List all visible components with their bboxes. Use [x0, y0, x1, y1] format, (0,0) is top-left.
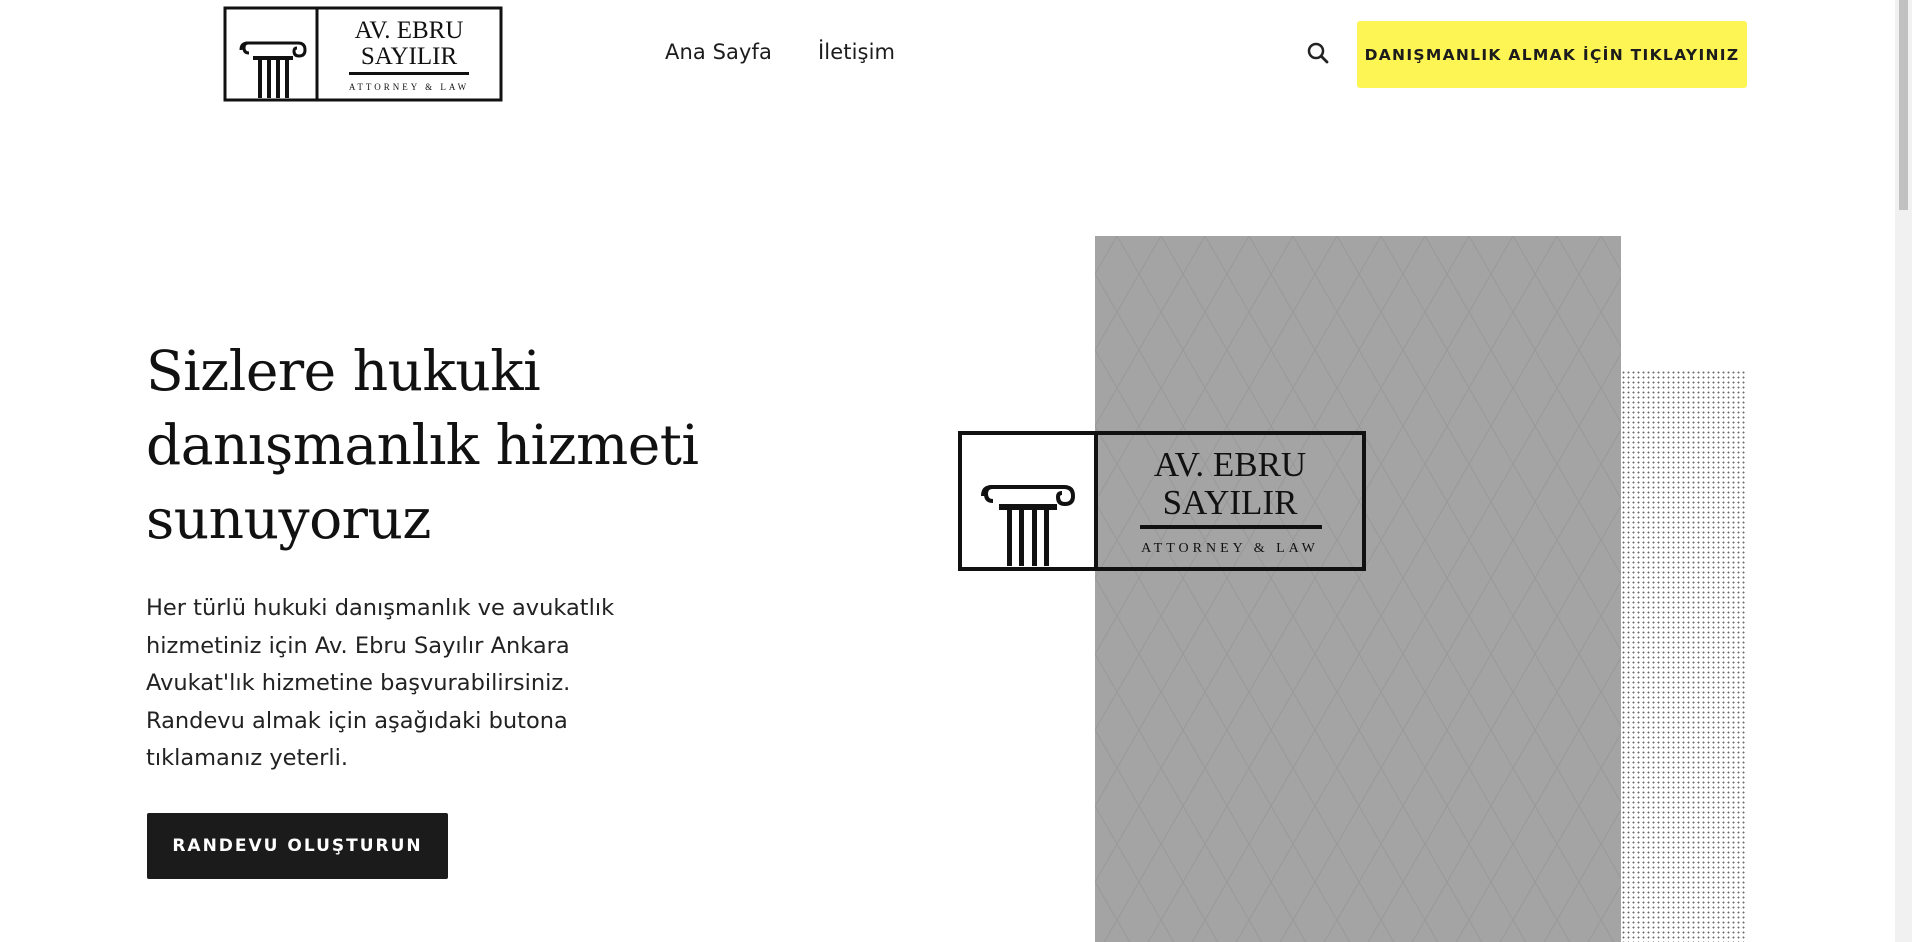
nav-item-iletisim[interactable]: İletişim: [818, 40, 895, 64]
svg-text:SAYILIR: SAYILIR: [361, 43, 458, 70]
svg-text:AV. EBRU: AV. EBRU: [355, 17, 464, 44]
svg-text:SAYILIR: SAYILIR: [1163, 483, 1298, 522]
hero-description: Her türlü hukuki danışmanlık ve avukatlı…: [146, 595, 615, 771]
search-icon[interactable]: [1306, 41, 1330, 65]
appointment-button[interactable]: RANDEVU OLUŞTURUN: [147, 813, 448, 879]
nav-item-ana-sayfa[interactable]: Ana Sayfa: [665, 40, 772, 64]
page-scrollbar[interactable]: [1895, 0, 1912, 942]
site-header: AV. EBRU SAYILIR ATTORNEY & LAW Ana Sayf…: [0, 0, 1895, 110]
diamond-pattern: [1095, 236, 1621, 942]
site-logo[interactable]: AV. EBRU SAYILIR ATTORNEY & LAW: [223, 6, 503, 102]
column-logo-icon: AV. EBRU SAYILIR ATTORNEY & LAW: [223, 6, 503, 102]
svg-text:ATTORNEY & LAW: ATTORNEY & LAW: [1141, 541, 1319, 556]
svg-text:AV. EBRU: AV. EBRU: [1154, 445, 1306, 484]
hero-background-panel: [1095, 236, 1621, 942]
hero-title: Sizlere hukuki danışmanlık hizmeti sunuy…: [146, 339, 699, 551]
main-nav: Ana Sayfa İletişim: [665, 40, 895, 64]
scrollbar-thumb[interactable]: [1899, 0, 1908, 210]
consultation-cta-button[interactable]: DANIŞMANLIK ALMAK İÇİN TIKLAYINIZ: [1357, 21, 1747, 88]
hero-logo: AV. EBRU SAYILIR ATTORNEY & LAW: [957, 430, 1367, 572]
dotted-pattern-panel: [1621, 370, 1746, 942]
svg-text:ATTORNEY & LAW: ATTORNEY & LAW: [349, 82, 469, 92]
column-logo-icon: AV. EBRU SAYILIR ATTORNEY & LAW: [958, 431, 1366, 571]
